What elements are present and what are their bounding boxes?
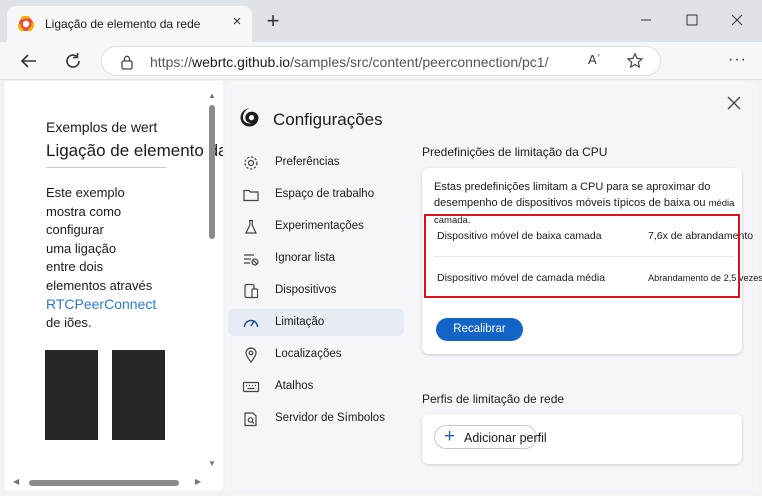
url-path: /samples/src/content/peerconnection/pc1/ [290,54,549,70]
para-line: entre dois [46,259,104,274]
page-heading: Ligação de elemento da rede [46,141,223,160]
nav-label: Experimentações [275,220,364,232]
symbol-server-icon [244,412,257,427]
gauge-icon [243,319,259,328]
highlight-box [424,214,740,298]
web-page: Exemplos de wert Ligação de elemento da … [5,81,223,490]
url-host: webrtc.github.io [192,54,291,70]
url-prefix: https:// [150,54,193,70]
ignore-list-icon [244,254,259,266]
nav-label: Atalhos [275,380,314,392]
nav-label: Espaço de trabalho [275,188,375,200]
para-line: configurar [46,222,104,237]
remote-video [112,350,165,440]
keyboard-icon [242,381,260,393]
vertical-scrollbar[interactable]: ▲ ▼ [206,87,218,470]
nav-label: Limitação [275,316,325,328]
para-line: de iões. [46,314,92,330]
nav-label: Localizações [275,348,342,360]
title-bar: Ligação de elemento da rede × + [0,0,762,42]
minimize-icon[interactable] [631,8,661,32]
plus-icon: + [444,426,456,447]
nav-label: Servidor de Símbolos [275,412,385,424]
location-pin-icon [245,347,257,363]
close-settings-icon[interactable] [725,94,743,112]
devtools-settings-panel: Configurações Preferências Espaço de tra… [226,81,762,490]
webrtc-favicon-icon [18,16,34,32]
navigation-bar: https://webrtc.github.io/samples/src/con… [0,42,762,80]
nav-item-workspace[interactable]: Espaço de trabalho [228,181,404,208]
local-video [45,350,98,440]
para-line: mostra como [46,203,122,219]
nav-label: Ignorar lista [275,252,336,264]
flask-icon [245,219,257,234]
nav-item-symbol-server[interactable]: Servidor de Símbolos [228,405,404,432]
edge-logo-icon [240,108,259,127]
network-profiles-title: Perfis de limitação de rede [422,392,565,406]
network-profiles-card: + Adicionar perfil [422,414,742,464]
nav-item-locations[interactable]: Localizações [228,341,404,368]
lock-icon[interactable] [120,54,134,70]
nav-item-shortcuts[interactable]: Atalhos [228,373,404,400]
page-breadcrumb[interactable]: Exemplos de wert [46,119,157,135]
description-main: Estas predefinições limitam a CPU para s… [434,181,711,209]
para-line: elementos através [46,277,153,293]
nav-item-preferences[interactable]: Preferências [228,149,404,176]
page-description: Este exemplo mostra como configurar uma … [46,184,171,332]
scroll-up-icon[interactable]: ▲ [208,91,216,100]
maximize-icon[interactable] [677,8,707,32]
vertical-scroll-thumb[interactable] [209,105,215,239]
horizontal-scrollbar[interactable]: ◀ ▶ [11,477,206,487]
gear-icon [244,156,258,170]
nav-item-experiments[interactable]: Experimentações [228,213,404,240]
recalibrate-button[interactable]: Recalibrar [436,318,523,341]
nav-item-throttling[interactable]: Limitação [228,309,404,336]
scroll-right-icon[interactable]: ▶ [195,477,201,486]
para-line: uma ligação [46,240,117,256]
rtcpeerconnection-link[interactable]: RTCPeerConnect [46,295,171,314]
cpu-presets-title: Predefinições de limitação da CPU [422,145,608,159]
address-bar[interactable]: https://webrtc.github.io/samples/src/con… [101,46,661,76]
add-profile-label: Adicionar perfil [464,431,547,445]
add-profile-button[interactable]: + Adicionar perfil [434,425,547,449]
browser-tab[interactable]: Ligação de elemento da rede × [7,6,252,42]
nav-label: Dispositivos [275,284,337,296]
reload-icon[interactable] [62,50,84,72]
new-tab-icon[interactable]: + [262,10,284,33]
window-close-icon[interactable] [722,8,752,32]
nav-item-devices[interactable]: Dispositivos [228,277,404,304]
nav-label: Preferências [275,156,340,168]
tab-title: Ligação de elemento da rede [45,17,201,31]
scroll-down-icon[interactable]: ▼ [208,459,216,468]
tab-close-icon[interactable]: × [228,13,246,31]
settings-title: Configurações [273,110,383,129]
favorite-star-icon[interactable] [626,52,644,70]
back-arrow-icon[interactable] [18,50,40,72]
horizontal-scroll-thumb[interactable] [29,480,179,486]
folder-icon [243,189,259,202]
devices-icon [244,283,259,299]
read-aloud-icon[interactable]: Aʾ [588,52,601,67]
more-options-icon[interactable]: ··· [728,51,747,69]
heading-divider [46,167,166,168]
nav-item-ignore-list[interactable]: Ignorar lista [228,245,404,272]
url-text[interactable]: https://webrtc.github.io/samples/src/con… [150,54,548,70]
para-line: Este exemplo [46,185,125,200]
scroll-left-icon[interactable]: ◀ [13,477,19,486]
